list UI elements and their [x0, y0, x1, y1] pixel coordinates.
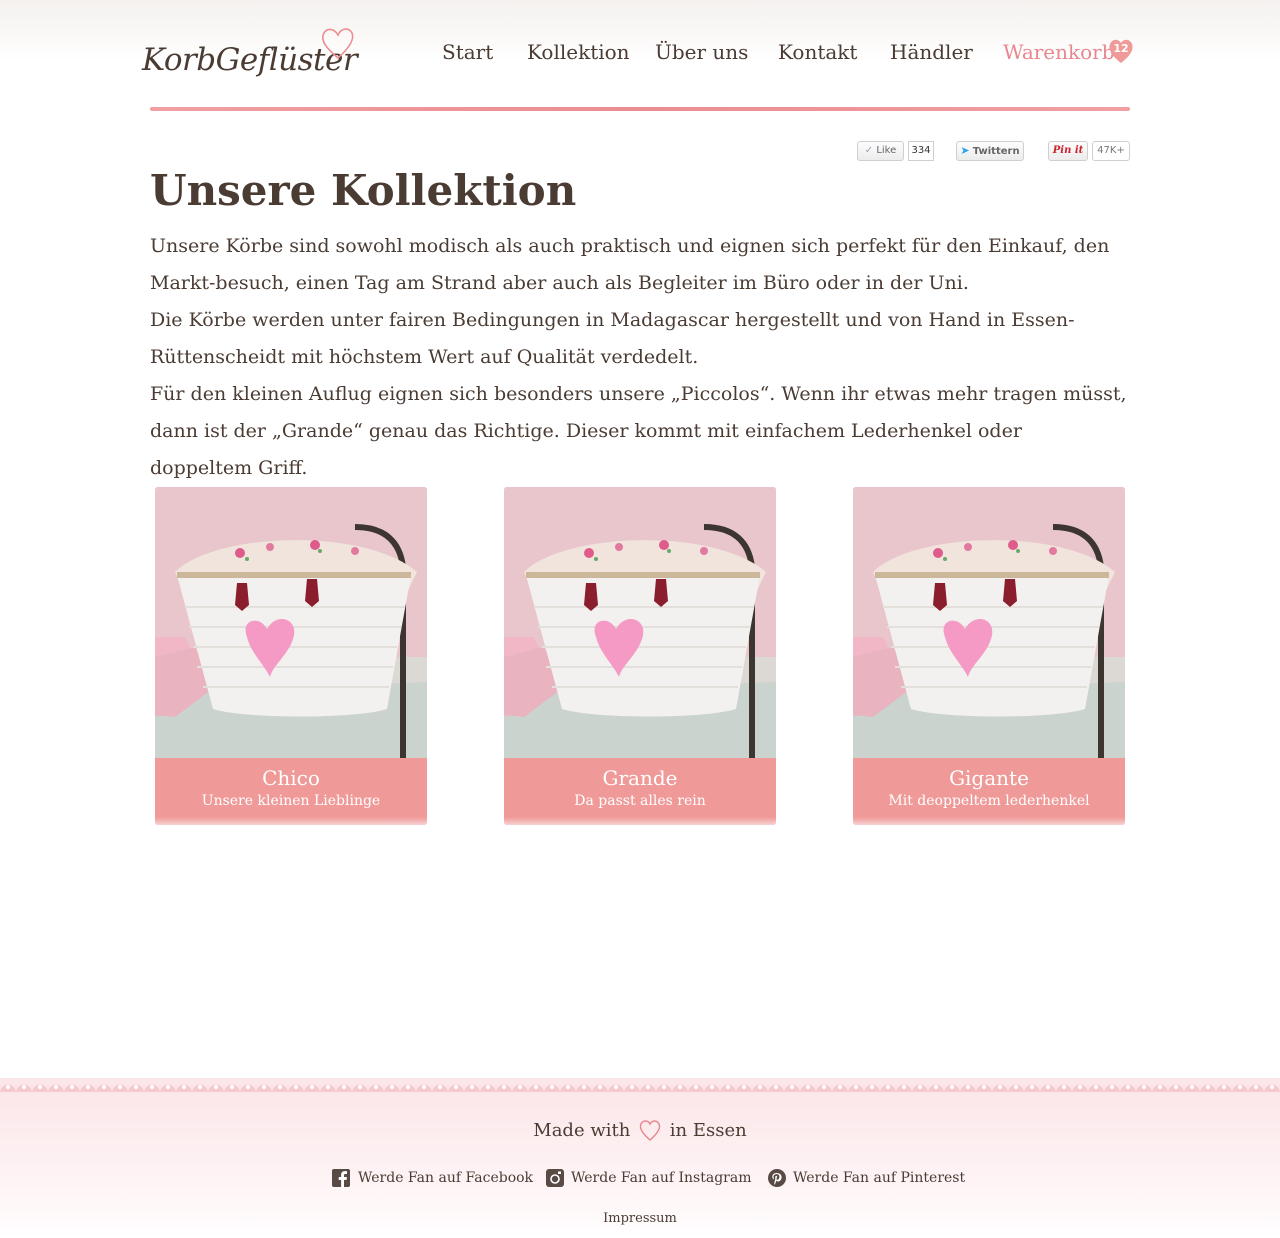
nav-item-warenkorb[interactable]: Warenkorb	[1003, 40, 1115, 64]
impressum-link[interactable]: Impressum	[0, 1211, 1280, 1226]
cart-count: 12	[1113, 42, 1129, 55]
intro-text: Unsere Körbe sind sowohl modisch als auc…	[150, 228, 1130, 487]
main-nav: Start Kollektion Über uns Kontakt Händle…	[0, 37, 1280, 70]
facebook-like-button[interactable]: ✓ Like	[857, 141, 904, 161]
pin-it-button[interactable]: Pin it	[1048, 141, 1088, 161]
like-label: Like	[876, 145, 897, 156]
product-name: Chico	[262, 766, 320, 790]
caption-edge	[504, 817, 776, 825]
intro-paragraph: Die Körbe werden unter fairen Bedingunge…	[150, 309, 1075, 368]
pinterest-link[interactable]: Werde Fan auf Pinterest	[793, 1170, 965, 1186]
heart-outline-icon	[639, 1120, 661, 1141]
lace-border	[0, 1078, 1280, 1092]
product-card-chico[interactable]: Chico Unsere kleinen Lieblinge	[155, 487, 427, 825]
pin-label: Pin it	[1052, 145, 1084, 156]
basket-image	[853, 487, 1125, 758]
product-photo	[504, 487, 776, 758]
product-card-gigante[interactable]: Gigante Mit deoppeltem lederhenkel	[853, 487, 1125, 825]
instagram-icon	[546, 1169, 564, 1187]
product-name: Gigante	[949, 766, 1029, 790]
product-subtitle: Unsere kleinen Lieblinge	[201, 793, 381, 809]
page-title: Unsere Kollektion	[150, 166, 577, 215]
product-subtitle: Da passt alles rein	[574, 793, 706, 809]
pin-count: 47K+	[1092, 141, 1130, 161]
like-count: 334	[908, 141, 934, 161]
facebook-icon	[332, 1169, 350, 1187]
intro-paragraph: Unsere Körbe sind sowohl modisch als auc…	[150, 235, 1110, 294]
made-with-prefix: Made with	[533, 1120, 631, 1141]
made-with-line: Made with in Essen	[0, 1118, 1280, 1142]
nav-item-start[interactable]: Start	[442, 40, 493, 64]
intro-paragraph: Für den kleinen Auflug eignen sich beson…	[150, 383, 1127, 479]
facebook-link[interactable]: Werde Fan auf Facebook	[358, 1170, 533, 1186]
product-caption: Grande Da passt alles rein	[504, 758, 776, 825]
tweet-button[interactable]: ➤ Twittern	[956, 141, 1024, 161]
cart-count-badge[interactable]: 12	[1107, 37, 1135, 64]
product-card-grande[interactable]: Grande Da passt alles rein	[504, 487, 776, 825]
nav-item-kollektion[interactable]: Kollektion	[527, 40, 630, 64]
made-with-suffix: in Essen	[669, 1120, 747, 1141]
product-caption: Chico Unsere kleinen Lieblinge	[155, 758, 427, 825]
product-caption: Gigante Mit deoppeltem lederhenkel	[853, 758, 1125, 825]
nav-item-kontakt[interactable]: Kontakt	[778, 40, 857, 64]
tweet-label: Twittern	[972, 146, 1020, 157]
product-name: Grande	[602, 766, 678, 790]
product-photo	[853, 487, 1125, 758]
footer-social-links: Werde Fan auf Facebook Werde Fan auf Ins…	[0, 1168, 1280, 1192]
product-subtitle: Mit deoppeltem lederhenkel	[888, 793, 1090, 809]
basket-image	[155, 487, 427, 758]
pinterest-icon	[768, 1169, 786, 1187]
nav-item-haendler[interactable]: Händler	[890, 40, 973, 64]
social-share-bar: ✓ Like 334 ➤ Twittern Pin it 47K+	[0, 141, 1280, 162]
caption-edge	[155, 817, 427, 825]
twitter-bird-icon: ➤	[960, 144, 970, 157]
basket-image	[504, 487, 776, 758]
nav-item-ueber-uns[interactable]: Über uns	[655, 40, 748, 64]
product-photo	[155, 487, 427, 758]
instagram-link[interactable]: Werde Fan auf Instagram	[571, 1170, 751, 1186]
header-divider	[150, 107, 1130, 111]
caption-edge	[853, 817, 1125, 825]
